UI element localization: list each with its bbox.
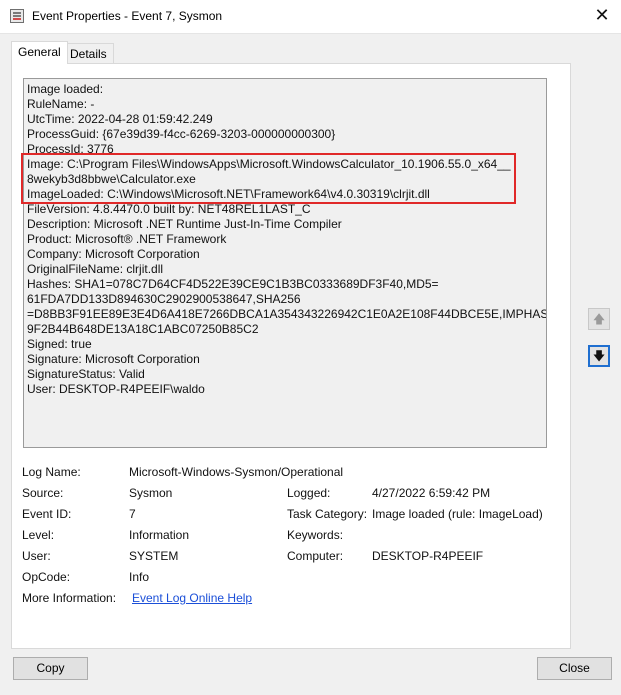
event-description-textbox[interactable]: Image loaded: RuleName: - UtcTime: 2022-… (23, 78, 547, 448)
user-label: User: (22, 549, 51, 563)
logged-label: Logged: (287, 486, 331, 500)
event-text-line: Description: Microsoft .NET Runtime Just… (27, 217, 342, 231)
event-text-line: Signature: Microsoft Corporation (27, 352, 200, 366)
task-category-value: Image loaded (rule: ImageLoad) (372, 507, 543, 521)
log-name-label: Log Name: (22, 465, 81, 479)
event-text-line: Image loaded: (27, 82, 104, 96)
event-id-value: 7 (129, 507, 136, 521)
source-value: Sysmon (129, 486, 173, 500)
tab-details[interactable]: Details (63, 43, 114, 63)
computer-label: Computer: (287, 549, 344, 563)
event-text-line: 61FDA7DD133D894630C2902900538647,SHA256 (27, 292, 301, 306)
event-text-line: RuleName: - (27, 97, 95, 111)
logged-value: 4/27/2022 6:59:42 PM (372, 486, 491, 500)
event-text-line: ImageLoaded: C:\Windows\Microsoft.NET\Fr… (27, 187, 430, 201)
event-text-line: Company: Microsoft Corporation (27, 247, 200, 261)
event-text-line: ProcessId: 3776 (27, 142, 114, 156)
opcode-label: OpCode: (22, 570, 71, 584)
copy-button[interactable]: Copy (13, 657, 88, 680)
level-label: Level: (22, 528, 55, 542)
event-text-line: 8wekyb3d8bbwe\Calculator.exe (27, 172, 196, 186)
task-category-label: Task Category: (287, 507, 368, 521)
user-value: SYSTEM (129, 549, 179, 563)
computer-value: DESKTOP-R4PEEIF (372, 549, 484, 563)
event-text-line: Image: C:\Program Files\WindowsApps\Micr… (27, 157, 511, 171)
title-bar: Event Properties - Event 7, Sysmon ✕ (0, 0, 621, 34)
keywords-label: Keywords: (287, 528, 344, 542)
event-text-line: SignatureStatus: Valid (27, 367, 145, 381)
more-information-label: More Information: (22, 591, 117, 605)
event-text-line: Product: Microsoft® .NET Framework (27, 232, 227, 246)
event-text-line: Hashes: SHA1=078C7D64CF4D522E39CE9C1B3BC… (27, 277, 439, 291)
close-icon[interactable]: ✕ (591, 4, 613, 26)
event-text-line: =D8BB3F91EE89E3E4D6A418E7266DBCA1A354343… (27, 307, 547, 321)
close-button[interactable]: Close (537, 657, 612, 680)
event-id-label: Event ID: (22, 507, 72, 521)
next-event-button[interactable]: 🡇 (588, 345, 610, 367)
level-value: Information (129, 528, 190, 542)
log-name-value: Microsoft-Windows-Sysmon/Operational (129, 465, 344, 479)
event-text-line: FileVersion: 4.8.4470.0 built by: NET48R… (27, 202, 311, 216)
event-log-online-help-link[interactable]: Event Log Online Help (132, 591, 252, 605)
previous-event-button[interactable]: 🡅 (588, 308, 610, 330)
event-text-line: Signed: true (27, 337, 92, 351)
event-viewer-icon (10, 9, 24, 23)
event-text-line: User: DESKTOP-R4PEEIF\waldo (27, 382, 205, 396)
opcode-value: Info (129, 570, 150, 584)
event-text-line: OriginalFileName: clrjit.dll (27, 262, 164, 276)
event-text-line: ProcessGuid: {67e39d39-f4cc-6269-3203-00… (27, 127, 336, 141)
event-text-line: UtcTime: 2022-04-28 01:59:42.249 (27, 112, 213, 126)
event-text-line: 9F2B44B648DE13A18C1ABC07250B85C2 (27, 322, 259, 336)
tab-general[interactable]: General (11, 41, 68, 64)
source-label: Source: (22, 486, 64, 500)
window-title: Event Properties - Event 7, Sysmon (32, 9, 223, 23)
